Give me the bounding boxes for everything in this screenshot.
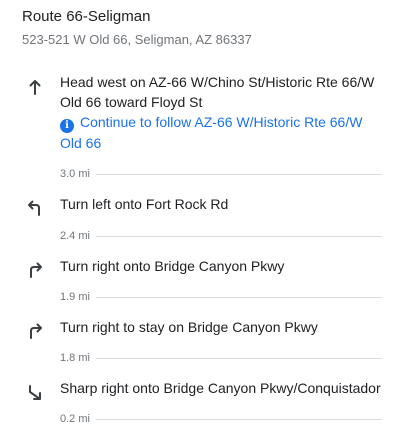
divider [60,358,382,359]
step-distance-row: 3.0 mi [60,167,382,181]
step-instruction: Turn right to stay on Bridge Canyon Pkwy [60,319,318,335]
step-distance: 2.4 mi [60,229,96,243]
step-instruction: Head west on AZ-66 W/Chino St/Historic R… [60,74,375,110]
step-distance-row: 1.8 mi [60,351,382,365]
step-distance: 0.2 mi [60,412,96,426]
turn-right-icon [26,261,44,279]
divider [60,297,382,298]
step-instruction: Turn right onto Bridge Canyon Pkwy [60,258,285,274]
step-distance: 1.8 mi [60,351,96,365]
info-icon: i [60,119,74,133]
destination-address: 523-521 W Old 66, Seligman, AZ 86337 [22,32,252,47]
destination-title: Route 66-Seligman [22,8,151,25]
step-distance: 1.9 mi [60,290,96,304]
step-distance-row: 2.4 mi [60,229,382,243]
step-distance-row: 1.9 mi [60,290,382,304]
divider [60,419,382,420]
step-instruction: Sharp right onto Bridge Canyon Pkwy/Conq… [60,380,381,396]
turn-right-icon [26,322,44,340]
step-distance: 3.0 mi [60,167,96,181]
divider [60,236,382,237]
step-distance-row: 0.2 mi [60,412,382,426]
step-note-text: Continue to follow AZ-66 W/Historic Rte … [60,114,363,151]
arrow-up-icon [26,78,44,96]
step-note: i Continue to follow AZ-66 W/Historic Rte… [60,112,380,153]
sharp-right-icon [26,383,44,401]
step-instruction: Turn left onto Fort Rock Rd [60,196,229,212]
turn-left-icon [26,199,44,217]
destination-header: Route 66-Seligman 523-521 W Old 66, Seli… [22,7,392,49]
divider [60,174,382,175]
